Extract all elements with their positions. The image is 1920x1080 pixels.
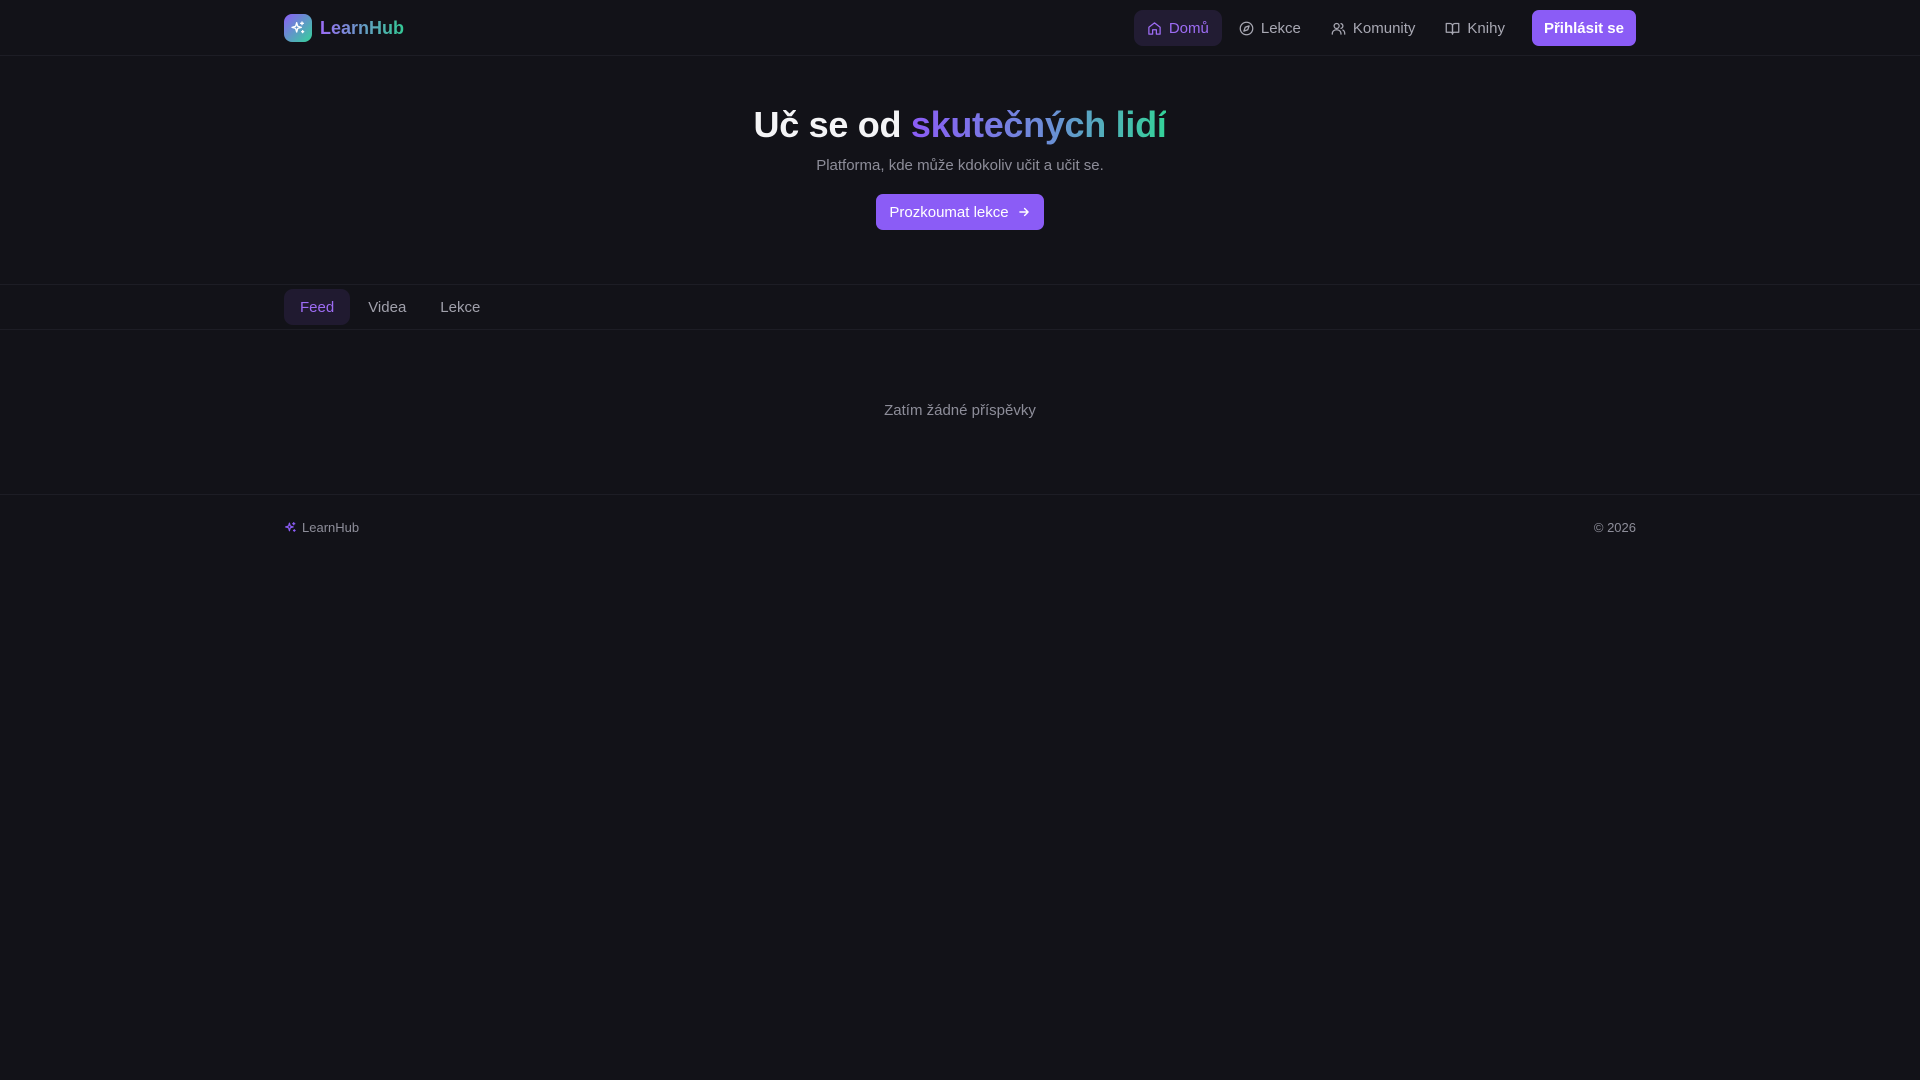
page-footer: LearnHub © 2026 [0,495,1920,559]
brand-name: LearnHub [320,17,405,38]
hero-title-plain: Uč se od [753,104,911,145]
nav-item-label: Domů [1168,19,1209,37]
hero-title-highlight: skutečných lidí [910,104,1167,145]
users-icon [1331,22,1346,35]
top-header: LearnHub Domů Lekce Komunity Knihy Přihl… [0,0,1920,56]
tab-videos[interactable]: Videa [352,289,422,325]
nav-item-communities[interactable]: Komunity [1318,10,1429,46]
nav-item-label: Knihy [1467,19,1505,37]
compass-icon [1239,21,1254,35]
login-button[interactable]: Přihlásit se [1531,10,1636,46]
nav-item-label: Lekce [1260,19,1301,37]
hero-title: Uč se od skutečných lidí [754,104,1167,146]
empty-feed-message: Zatím žádné příspěvky [884,402,1036,419]
nav-item-label: Komunity [1352,19,1416,37]
main-nav: Domů Lekce Komunity Knihy Přihlásit se [1133,10,1636,46]
arrow-right-icon [1018,207,1029,217]
book-icon [1446,22,1460,35]
explore-lessons-label: Prozkoumat lekce [889,203,1009,221]
hero-section: Uč se od skutečných lidí Platforma, kde … [0,56,1920,285]
explore-lessons-button[interactable]: Prozkoumat lekce [876,194,1044,230]
nav-item-lessons[interactable]: Lekce [1226,10,1314,46]
tab-feed[interactable]: Feed [284,289,351,325]
home-icon [1148,21,1161,35]
content-tabs: Feed Videa Lekce [0,285,1920,330]
footer-brand-name: LearnHub [302,519,360,535]
sparkles-icon [285,521,296,532]
sparkles-icon [284,14,312,42]
footer-copyright: © 2026 [1593,519,1636,535]
nav-item-books[interactable]: Knihy [1432,10,1518,46]
hero-subtitle: Platforma, kde může kdokoliv učit a učit… [816,157,1104,174]
feed-section: Zatím žádné příspěvky [0,330,1920,495]
nav-item-home[interactable]: Domů [1133,10,1222,46]
tab-lessons[interactable]: Lekce [424,289,496,325]
footer-brand: LearnHub [284,520,359,535]
brand-link[interactable]: LearnHub [284,14,404,42]
